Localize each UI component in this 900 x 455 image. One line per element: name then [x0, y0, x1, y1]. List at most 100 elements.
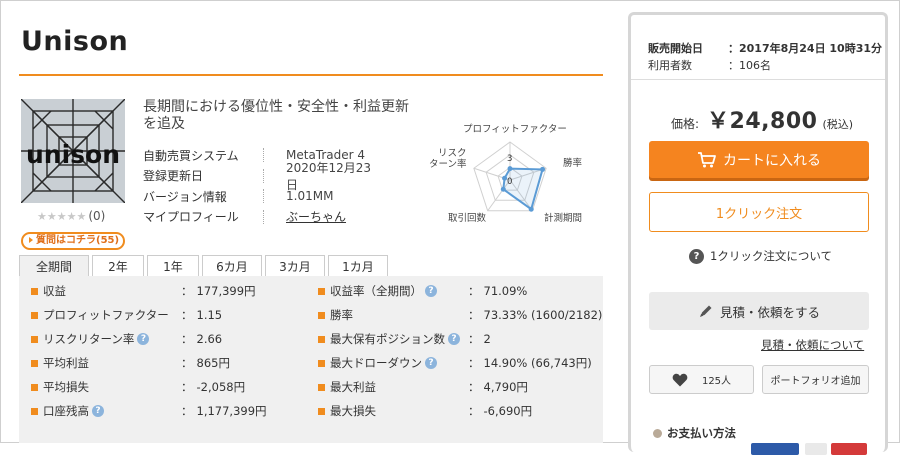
info-separator — [263, 148, 264, 163]
profile-link[interactable]: ぶーちゃん — [286, 208, 346, 225]
tab-period-3[interactable]: 6カ月 — [202, 255, 262, 277]
info-value: 1.01MM — [286, 189, 334, 204]
stat-colon: ： — [181, 380, 193, 394]
help-icon[interactable]: ? — [137, 333, 150, 345]
sidebar-divider — [631, 79, 885, 80]
bullet-square-icon — [31, 335, 38, 343]
stat-label: 平均損失 — [43, 380, 89, 394]
stat-row: 勝率 ： 73.33% (1600/2182) — [318, 305, 602, 325]
stat-row: 収益率（全期間）?： 71.09% — [318, 281, 527, 301]
favorite-count: 125人 — [701, 376, 732, 387]
add-portfolio-button[interactable]: ポートフォリオ追加 — [762, 365, 869, 394]
tab-period-1[interactable]: 2年 — [92, 255, 144, 277]
radar-label-risk-return: リスク ターン率 — [429, 148, 467, 170]
rating: ★★★★★ (0) — [37, 209, 105, 223]
bullet-icon — [653, 428, 662, 438]
users-value: 106名 — [739, 58, 771, 72]
stat-label-wrap: プロフィットファクター — [43, 307, 181, 323]
price-value: ￥24,800 — [707, 109, 818, 134]
stat-label: 最大ドローダウン — [330, 356, 422, 370]
stat-label-wrap: 最大損失 — [330, 403, 468, 419]
stat-value: 71.09% — [483, 284, 528, 298]
quote-request-button[interactable]: 見積・依頼をする — [649, 292, 869, 330]
price-tax: (税込) — [822, 118, 854, 131]
stat-row: リスクリターン率?： 2.66 — [31, 329, 222, 349]
stat-row: 最大損失 ： -6,690円 — [318, 401, 532, 421]
tab-period-4[interactable]: 3カ月 — [265, 255, 325, 277]
stat-row: 最大利益 ： 4,790円 — [318, 377, 528, 397]
radar-point — [540, 166, 546, 172]
product-info-table: 自動売買システム MetaTrader 4 登録更新日 2020年12月23日 バージョ… — [143, 145, 383, 227]
heart-icon — [672, 373, 688, 386]
stat-colon: ： — [181, 356, 193, 370]
stat-colon: ： — [181, 308, 193, 322]
stat-label: 収益率（全期間） — [330, 284, 422, 298]
bullet-square-icon — [318, 383, 325, 391]
one-click-order-button[interactable]: 1クリック注文 — [649, 192, 869, 232]
price-display: 価格: ￥24,800 (税込) — [671, 103, 853, 135]
radar-point — [528, 206, 534, 212]
qa-label: 質問はコチラ(55) — [36, 235, 120, 246]
one-click-about-link[interactable]: ? 1クリック注文について — [689, 248, 832, 264]
title-divider — [19, 74, 603, 76]
favorite-button[interactable]: 125人 — [649, 365, 754, 394]
product-description: 長期間における優位性・安全性・利益更新を追及 — [143, 99, 409, 132]
stat-label-wrap: 収益 — [43, 283, 181, 299]
tab-period-5[interactable]: 1カ月 — [328, 255, 388, 277]
info-row: マイプロフィール ぶーちゃん — [143, 207, 383, 228]
bullet-square-icon — [318, 359, 325, 367]
help-icon[interactable]: ? — [448, 333, 460, 345]
rating-count: (0) — [88, 209, 106, 223]
pencil-icon — [699, 305, 712, 317]
info-separator — [263, 189, 264, 204]
radar-tick-min: 0 — [507, 177, 512, 187]
stat-colon: ： — [468, 332, 480, 346]
stat-label-wrap: 収益率（全期間）? — [330, 283, 468, 299]
radar-label-trades: 取引回数 — [448, 213, 487, 224]
help-icon[interactable]: ? — [425, 285, 437, 297]
stat-label-wrap: 平均利益 — [43, 355, 181, 371]
qa-button[interactable]: 質問はコチラ(55) — [21, 232, 125, 250]
help-icon[interactable]: ? — [425, 357, 437, 369]
info-separator — [262, 168, 264, 183]
stats-panel: 収益： 177,399円 プロフィットファクター： 1.15 リスクリターン率?： 2.6… — [19, 276, 603, 443]
question-icon: ? — [689, 248, 704, 264]
tab-period-2[interactable]: 1年 — [147, 255, 199, 277]
add-to-cart-button[interactable]: カートに入れる — [649, 141, 869, 178]
payment-method-logo — [831, 443, 867, 455]
stat-colon: ： — [181, 404, 193, 418]
info-row: 登録更新日 2020年12月23日 — [143, 161, 383, 192]
stat-value: 2 — [483, 332, 491, 346]
users-key: 利用者数 — [648, 58, 692, 72]
stat-value: 177,399円 — [196, 284, 256, 298]
stat-label-wrap: リスクリターン率? — [43, 331, 181, 347]
bullet-square-icon — [31, 407, 38, 415]
meta-colon: ： — [728, 58, 739, 72]
radar-series — [502, 167, 544, 211]
info-key: バージョン情報 — [143, 189, 227, 204]
radar-label-profit-factor: プロフィットファクター — [463, 124, 567, 135]
stat-row: プロフィットファクター ： 1.15 — [31, 305, 222, 325]
stat-label: 収益 — [43, 284, 66, 298]
sales-meta: 販売開始日 ： 2017年8月24日 10時31分 利用者数 ： 106名 — [648, 39, 882, 73]
product-image: unison — [21, 99, 125, 203]
cart-icon — [698, 151, 716, 167]
stat-colon: ： — [468, 308, 480, 322]
stat-label: 最大利益 — [330, 380, 376, 394]
quote-request-label: 見積・依頼をする — [719, 304, 820, 320]
stat-colon: ： — [181, 284, 193, 298]
stat-value: 1,177,399円 — [196, 404, 267, 418]
help-icon[interactable]: ? — [92, 405, 104, 417]
stat-row: 収益 ： 177,399円 — [31, 281, 256, 301]
stat-label-wrap: 勝率 — [330, 307, 468, 323]
stat-row: 最大保有ポジション数?： 2 — [318, 329, 491, 349]
stat-value: 14.90% (66,743円) — [483, 356, 592, 370]
payment-method-logo — [805, 443, 827, 455]
payment-heading-label: お支払い方法 — [667, 426, 736, 440]
quote-about-link[interactable]: 見積・依頼について — [761, 337, 864, 353]
stat-row: 平均利益 ： 865円 — [31, 353, 230, 373]
price-label: 価格: — [671, 117, 700, 131]
tab-all[interactable]: 全期間 — [19, 255, 89, 277]
info-key: 自動売買システム — [143, 148, 239, 163]
stat-label: 勝率 — [330, 308, 353, 322]
